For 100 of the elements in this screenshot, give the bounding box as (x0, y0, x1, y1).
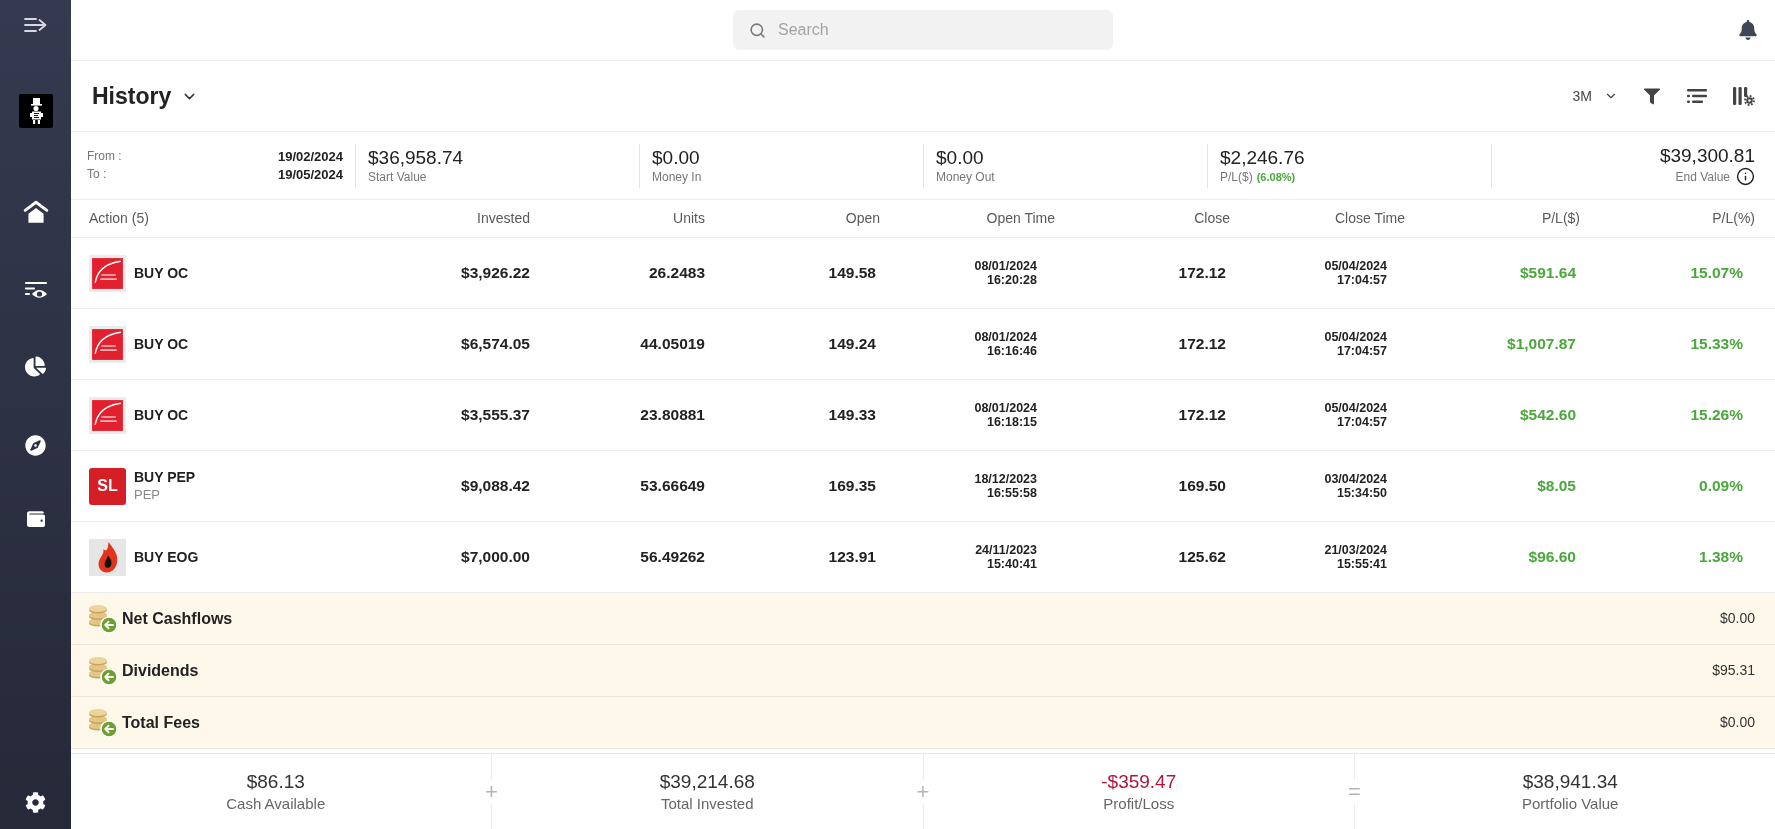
wallet-icon[interactable] (25, 510, 46, 528)
pie-chart-icon[interactable] (25, 356, 46, 377)
profit-percent: 0.09% (1699, 476, 1744, 497)
stat-label: End Value (1675, 168, 1730, 185)
table-cell-text: 149.24 (828, 334, 877, 355)
column-header: Close Time (1334, 209, 1406, 228)
column-header: P/L($) (1541, 209, 1581, 228)
notification-bell-icon[interactable] (1739, 20, 1757, 40)
total-label: Cash Available (226, 793, 326, 814)
total-value: $39,214.68 (659, 769, 755, 794)
table-cell-text: 123.91 (828, 547, 877, 568)
info-icon[interactable] (1736, 167, 1755, 186)
close-time-cell-text: 05/04/2024 17:04:57 (1324, 259, 1388, 287)
action-label: BUY EOG (134, 548, 199, 566)
profit-value: $542.60 (1519, 405, 1577, 426)
change-percent: (6.08%) (1256, 169, 1296, 185)
profit-percent: 15.26% (1690, 405, 1744, 426)
table-cell-text: $7,000.00 (461, 547, 531, 568)
action-label: BUY PEP (134, 468, 196, 486)
open-time-cell-text: 08/01/2024 16:18:15 (974, 401, 1038, 429)
open-time-cell-text: 24/11/2023 15:40:41 (975, 543, 1038, 571)
action-label: BUY OC (134, 406, 189, 424)
table-cell-text: 53.66649 (640, 476, 706, 497)
cashflow-value: $95.31 (1712, 661, 1755, 680)
table-cell-text: 44.05019 (640, 334, 706, 355)
profit-value: $591.64 (1519, 263, 1577, 284)
total-label: Profit/Loss (1103, 793, 1175, 814)
cashflow-value: $0.00 (1719, 609, 1755, 628)
table-cell-text: $6,574.05 (461, 334, 531, 355)
table-cell-text: 149.58 (828, 263, 877, 284)
table-cell-text: 172.12 (1178, 334, 1227, 355)
period-dropdown[interactable]: 3M (1572, 85, 1618, 107)
profit-percent: 15.33% (1690, 334, 1744, 355)
close-time-cell-text: 03/04/2024 15:34:50 (1324, 472, 1388, 500)
table-cell-text: $9,088.42 (461, 476, 531, 497)
close-time-cell-text: 21/03/2024 15:55:41 (1324, 543, 1388, 571)
from-label: From : (87, 149, 123, 164)
profit-value: $8.05 (1537, 476, 1577, 497)
to-date: 19/05/2024 (277, 167, 343, 182)
close-time-cell-text: 05/04/2024 17:04:57 (1324, 401, 1388, 429)
cashflow-label: Total Fees (122, 712, 200, 733)
settings-icon[interactable] (25, 792, 46, 813)
action-label: BUY OC (134, 335, 189, 353)
table-cell-text: $3,555.37 (461, 405, 531, 426)
table-cell-text: 149.33 (828, 405, 877, 426)
stock-logo-icon (89, 325, 126, 363)
from-date: 19/02/2024 (277, 149, 343, 164)
total-value: -$359.47 (1101, 769, 1177, 794)
flame-logo-icon (89, 538, 126, 576)
column-header: Open Time (986, 209, 1056, 228)
coins-icon (87, 603, 119, 634)
stat-value: $36,958.74 (368, 146, 464, 169)
cashflow-value: $0.00 (1719, 713, 1755, 732)
table-cell-text: 23.80881 (640, 405, 706, 426)
column-header: Action (5) (88, 209, 149, 228)
filter-icon[interactable] (1644, 87, 1660, 105)
eye-list-icon[interactable] (23, 280, 48, 300)
stat-label: Money In (652, 168, 702, 185)
home-icon[interactable] (22, 200, 49, 224)
column-settings-icon[interactable] (1732, 86, 1755, 106)
table-cell-text: 56.49262 (640, 547, 706, 568)
action-label: BUY OC (134, 264, 189, 282)
coins-icon (87, 707, 119, 738)
stat-value: $2,246.76 (1220, 146, 1305, 169)
cashflow-label: Net Cashflows (122, 608, 233, 629)
total-label: Portfolio Value (1522, 793, 1619, 814)
table-cell-text: 169.35 (828, 476, 877, 497)
operator-symbol: + (485, 779, 498, 804)
column-header: Units (673, 209, 706, 228)
operator-symbol: = (1348, 779, 1361, 804)
total-value: $38,941.34 (1522, 769, 1618, 794)
stat-label: Start Value (368, 168, 427, 185)
list-icon[interactable] (1686, 88, 1708, 104)
table-cell-text: 26.2483 (648, 263, 706, 284)
table-cell-text: 172.12 (1178, 263, 1227, 284)
expand-menu-icon[interactable] (23, 17, 48, 33)
open-time-cell-text: 08/01/2024 16:16:46 (974, 330, 1038, 358)
column-header: Invested (477, 209, 531, 228)
logo-icon[interactable] (18, 94, 53, 128)
stock-logo-icon (89, 254, 126, 292)
ticker-label: PEP (134, 486, 160, 504)
stat-value: $0.00 (936, 146, 984, 169)
close-time-cell-text: 05/04/2024 17:04:57 (1324, 330, 1388, 358)
table-cell-text: $3,926.22 (461, 263, 531, 284)
history-dropdown[interactable]: History (92, 78, 199, 114)
column-header: Open (845, 209, 881, 228)
column-header: P/L(%) (1712, 209, 1756, 228)
search-icon (749, 21, 766, 39)
total-label: Total Invested (660, 793, 754, 814)
search-field[interactable]: Search (733, 10, 1113, 50)
compass-icon[interactable] (25, 435, 46, 456)
column-header: Close (1194, 209, 1231, 228)
stat-value: $39,300.81 (1659, 145, 1755, 167)
stock-logo-tile: SL (89, 467, 126, 505)
table-cell-text: 169.50 (1178, 476, 1227, 497)
profit-percent: 1.38% (1699, 547, 1744, 568)
profit-value: $1,007.87 (1507, 334, 1577, 355)
total-value: $86.13 (246, 769, 305, 794)
operator-symbol: + (916, 779, 930, 804)
open-time-cell-text: 18/12/2023 16:55:58 (974, 472, 1038, 500)
